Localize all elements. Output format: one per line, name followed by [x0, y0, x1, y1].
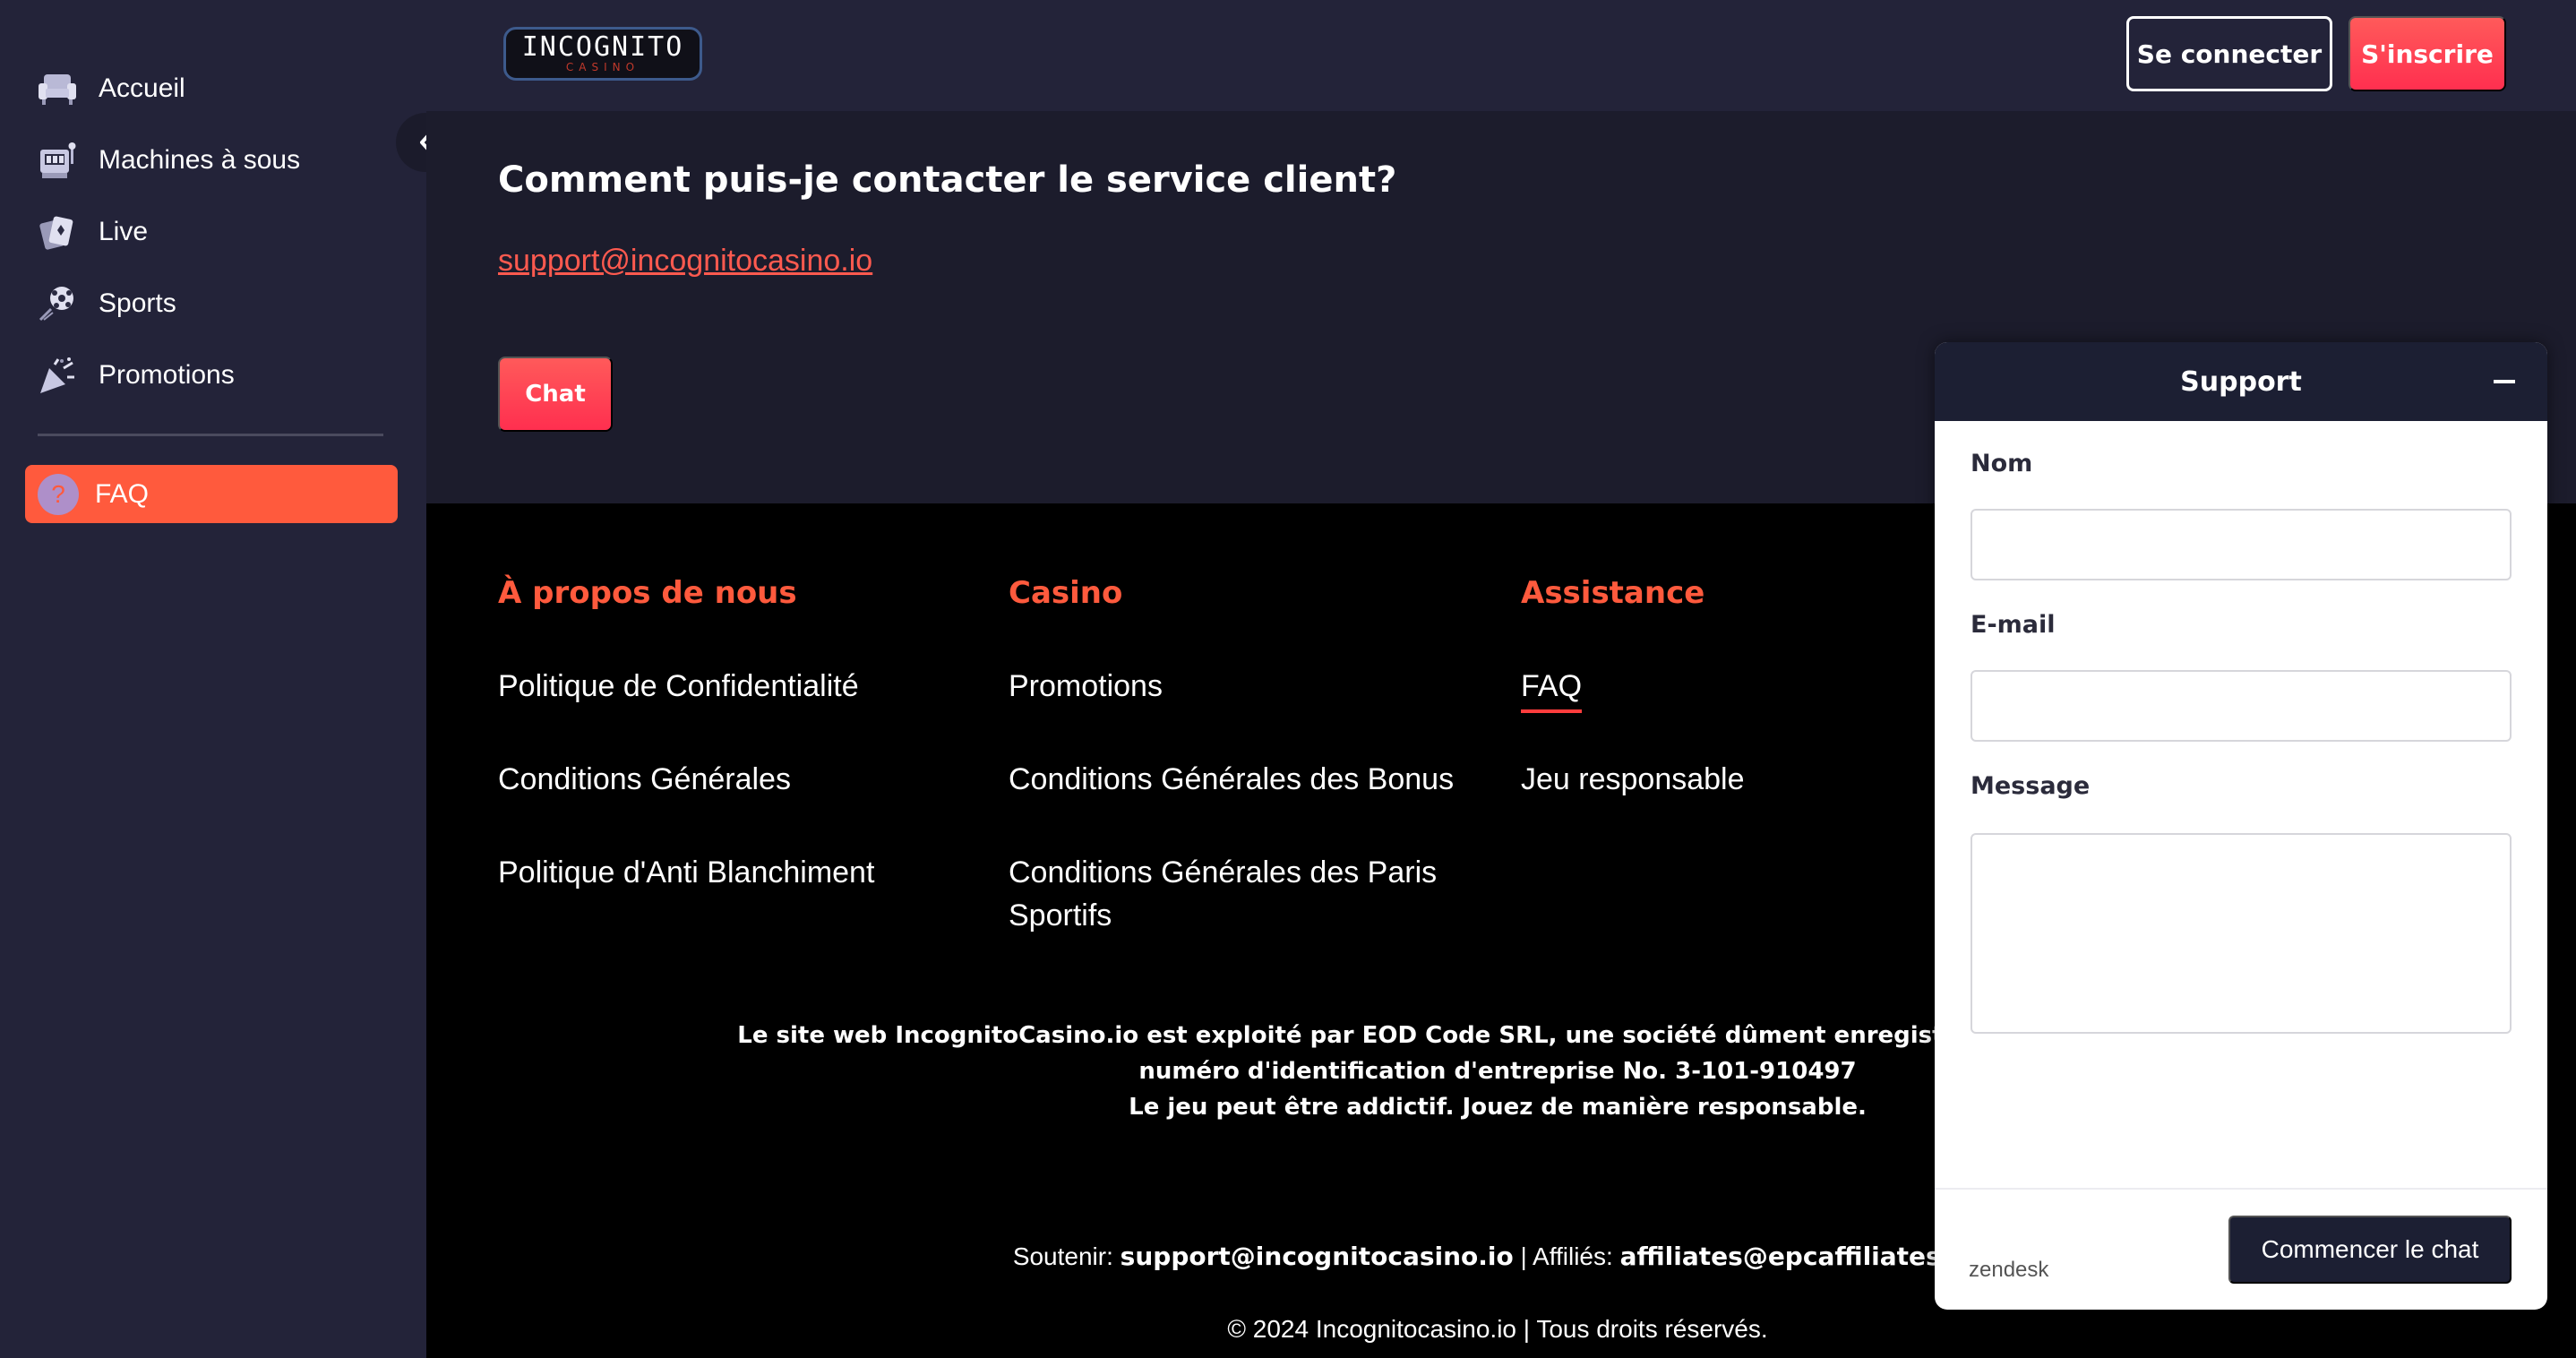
contact-prefix: Soutenir: — [1012, 1242, 1121, 1270]
sidebar-item-promotions[interactable]: Promotions — [36, 348, 235, 402]
sidebar-item-label: Live — [99, 217, 149, 246]
sidebar-item-label: Sports — [99, 288, 176, 318]
contact-support-email[interactable]: support@incognitocasino.io — [1121, 1242, 1514, 1271]
contact-separator: | Affiliés: — [1513, 1242, 1620, 1270]
chat-button[interactable]: Chat — [498, 357, 613, 432]
footer-link-privacy[interactable]: Politique de Confidentialité — [498, 665, 859, 708]
login-button[interactable]: Se connecter — [2126, 16, 2332, 91]
support-title: Support — [2180, 365, 2302, 398]
footer-link-sports-terms[interactable]: Conditions Générales des Paris Sportifs — [1009, 851, 1492, 937]
email-label: E-mail — [1971, 611, 2056, 639]
minimize-button[interactable] — [2486, 364, 2522, 400]
signup-button[interactable]: S'inscrire — [2348, 16, 2506, 91]
logo[interactable]: INCOGNITO CASINO — [503, 27, 702, 81]
sidebar-item-label: Promotions — [99, 360, 235, 390]
footer-heading-casino: Casino — [1009, 575, 1123, 611]
copyright: © 2024 Incognitocasino.io | Tous droits … — [1227, 1315, 1768, 1343]
message-field[interactable] — [1971, 833, 2512, 1034]
sidebar-item-label: Machines à sous — [99, 145, 301, 175]
sports-ball-icon — [36, 282, 79, 325]
logo-text: INCOGNITO — [521, 31, 684, 63]
footer-heading-assistance: Assistance — [1521, 575, 1705, 611]
support-email-link[interactable]: support@incognitocasino.io — [498, 244, 872, 279]
footer-link-responsible[interactable]: Jeu responsable — [1521, 758, 1745, 801]
support-header: Support — [1935, 342, 2547, 421]
support-divider — [1935, 1188, 2547, 1190]
party-popper-icon — [36, 354, 79, 397]
footer-heading-about: À propos de nous — [498, 575, 797, 611]
sidebar-item-accueil[interactable]: Accueil — [36, 62, 185, 116]
footer-link-bonus-terms[interactable]: Conditions Générales des Bonus — [1009, 758, 1454, 801]
footer-link-aml[interactable]: Politique d'Anti Blanchiment — [498, 851, 874, 894]
sidebar: Accueil Machines à sous Live Sports Prom… — [0, 0, 426, 1358]
footer-link-promotions[interactable]: Promotions — [1009, 665, 1163, 708]
sidebar-item-label: FAQ — [95, 478, 150, 509]
contact-affiliates-email[interactable]: affiliates@epcaffiliates.co — [1620, 1242, 1983, 1271]
sidebar-item-machines[interactable]: Machines à sous — [36, 133, 300, 187]
sidebar-item-faq[interactable]: ? FAQ — [25, 465, 398, 523]
footer-link-terms[interactable]: Conditions Générales — [498, 758, 791, 801]
sidebar-item-sports[interactable]: Sports — [36, 277, 176, 331]
email-field[interactable] — [1971, 670, 2512, 742]
start-chat-button[interactable]: Commencer le chat — [2228, 1216, 2512, 1284]
cards-icon — [36, 211, 79, 254]
logo-subtext: CASINO — [565, 61, 640, 73]
slot-machine-icon — [36, 139, 79, 182]
zendesk-logo: zendesk — [1969, 1258, 2049, 1282]
support-widget: Support Nom E-mail Message zendesk Comme… — [1935, 342, 2547, 1310]
sidebar-divider — [38, 434, 383, 436]
message-label: Message — [1971, 772, 2091, 800]
sidebar-item-label: Accueil — [99, 73, 185, 103]
minus-icon — [2494, 380, 2515, 383]
sidebar-item-live[interactable]: Live — [36, 205, 148, 259]
name-label: Nom — [1971, 450, 2033, 477]
sofa-icon — [36, 67, 79, 110]
footer-link-faq[interactable]: FAQ — [1521, 665, 1583, 713]
question-icon: ? — [38, 473, 79, 515]
faq-question: Comment puis-je contacter le service cli… — [498, 159, 1397, 201]
name-field[interactable] — [1971, 509, 2512, 580]
